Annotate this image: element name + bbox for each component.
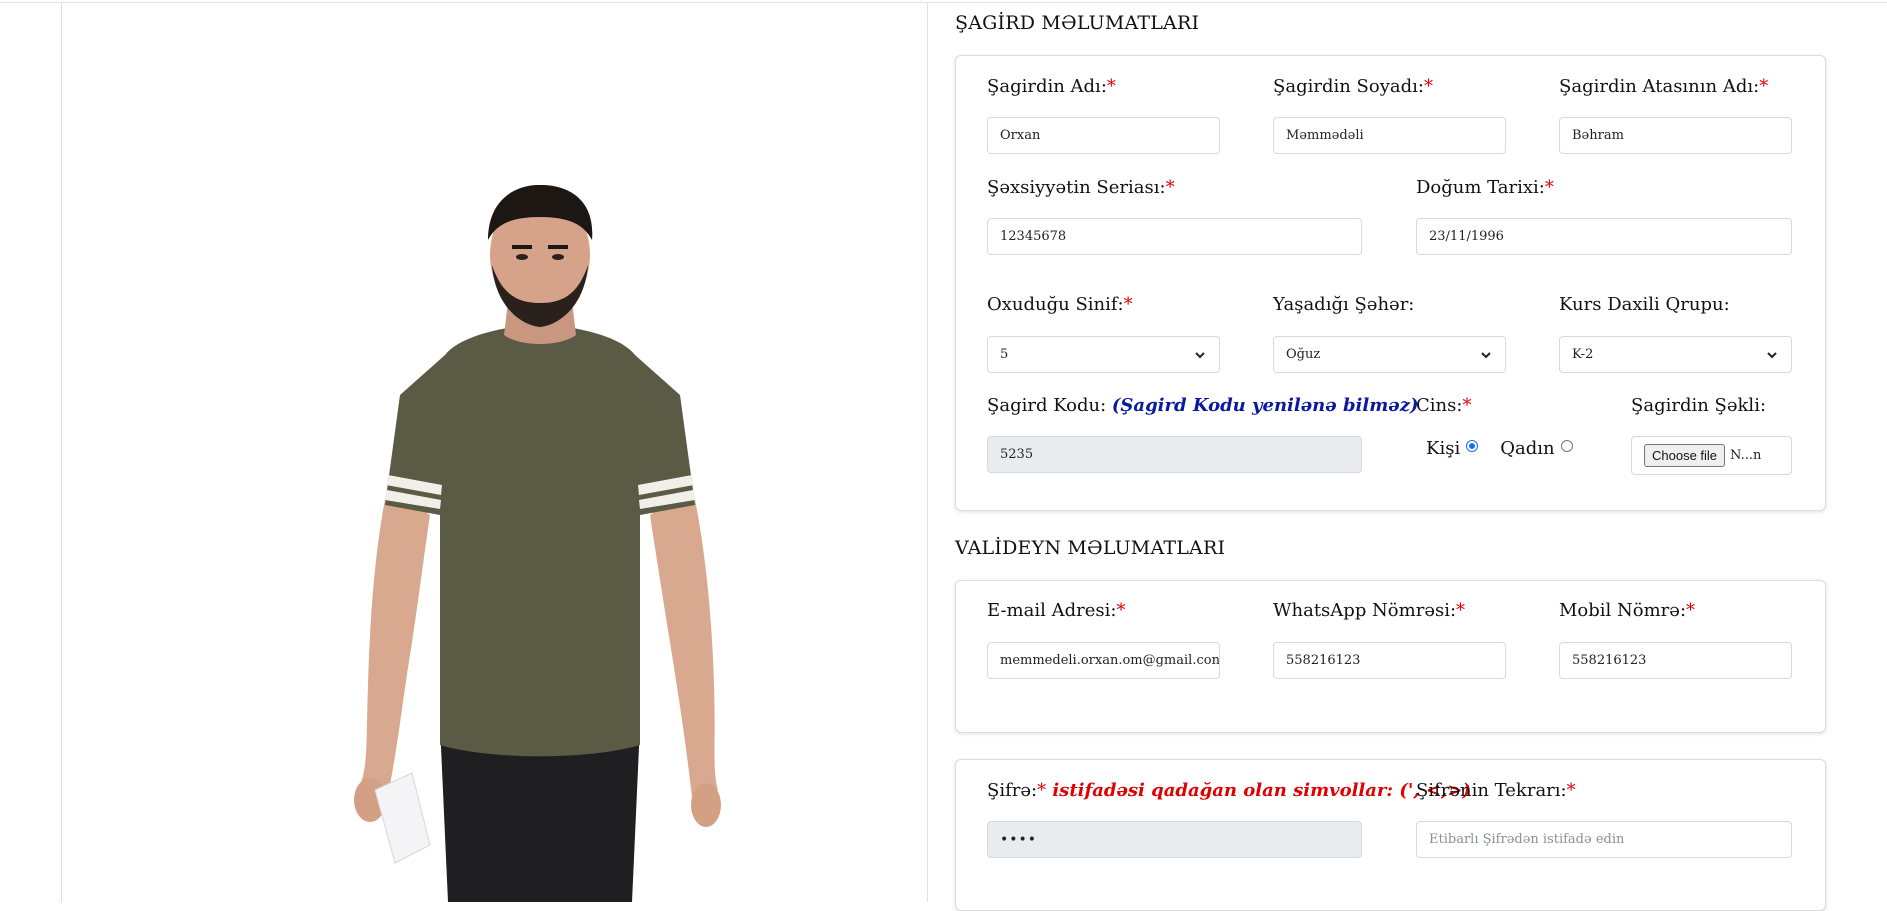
whatsapp-input[interactable]: 558216123 — [1273, 642, 1506, 679]
birth-date-input[interactable]: 23/11/1996 — [1416, 218, 1792, 255]
gender-label: Cins:* — [1416, 395, 1472, 416]
gender-male-label: Kişi — [1426, 438, 1461, 459]
email-input[interactable]: memmedeli.orxan.om@gmail.con — [987, 642, 1220, 679]
father-name-input[interactable]: Bəhram — [1559, 117, 1792, 154]
student-code-input: 5235 — [987, 436, 1362, 473]
choose-file-button[interactable]: Choose file — [1644, 444, 1726, 467]
chevron-down-icon — [1481, 351, 1491, 358]
id-series-input[interactable]: 12345678 — [987, 218, 1362, 255]
student-code-note: (Şagird Kodu yenilənə bilməz) — [1111, 395, 1419, 416]
mobile-input[interactable]: 558216123 — [1559, 642, 1792, 679]
mobile-label: Mobil Nömrə:* — [1559, 600, 1696, 621]
password-repeat-input[interactable]: Etibarlı Şifrədən istifadə edin — [1416, 821, 1792, 858]
grade-label: Oxuduğu Sinif:* — [987, 294, 1133, 315]
last-name-input[interactable]: Məmmədəli — [1273, 117, 1506, 154]
gender-female-label: Qadın — [1500, 438, 1555, 459]
group-select-value: K-2 — [1572, 347, 1594, 362]
city-label: Yaşadığı Şəhər: — [1273, 294, 1415, 315]
chevron-down-icon — [1767, 351, 1777, 358]
city-select[interactable]: Oğuz — [1273, 336, 1506, 373]
email-label: E-mail Adresi:* — [987, 600, 1126, 621]
password-label: Şifrə:* istifadəsi qadağan olan simvolla… — [987, 780, 1471, 801]
first-name-label: Şagirdin Adı:* — [987, 76, 1116, 97]
student-photo — [354, 185, 721, 902]
last-name-label: Şagirdin Soyadı:* — [1273, 76, 1433, 97]
photo-panel-divider — [927, 3, 928, 902]
group-select[interactable]: K-2 — [1559, 336, 1792, 373]
student-code-label: Şagird Kodu: (Şagird Kodu yenilənə bilmə… — [987, 395, 1419, 416]
grade-select-value: 5 — [1000, 347, 1009, 362]
gender-radio-group: Kişi Qadın — [1426, 438, 1573, 459]
city-select-value: Oğuz — [1286, 347, 1321, 362]
student-photo-label: Şagirdin Şəkli: — [1631, 395, 1767, 416]
gender-male-radio[interactable] — [1466, 439, 1479, 452]
password-repeat-label: Şifrənin Tekrarı:* — [1416, 780, 1576, 801]
grade-select[interactable]: 5 — [987, 336, 1220, 373]
password-input[interactable]: •••• — [987, 821, 1362, 858]
chevron-down-icon — [1195, 351, 1205, 358]
father-name-label: Şagirdin Atasının Adı:* — [1559, 76, 1769, 97]
student-section-title: ŞAGİRD MƏLUMATLARI — [955, 12, 1200, 34]
password-forbidden-chars-note: istifadəsi qadağan olan simvollar: (', <… — [1046, 780, 1471, 801]
first-name-input[interactable]: Orxan — [987, 117, 1220, 154]
whatsapp-label: WhatsApp Nömrəsi:* — [1273, 600, 1466, 621]
group-label: Kurs Daxili Qrupu: — [1559, 294, 1730, 315]
student-photo-file-input[interactable]: Choose file N...n — [1631, 436, 1792, 475]
chosen-file-name: N...n — [1730, 448, 1762, 463]
parent-section-title: VALİDEYN MƏLUMATLARI — [955, 537, 1226, 559]
gender-female-radio[interactable] — [1560, 439, 1573, 452]
id-series-label: Şəxsiyyətin Seriası:* — [987, 177, 1175, 198]
birth-date-label: Doğum Tarixi:* — [1416, 177, 1554, 198]
